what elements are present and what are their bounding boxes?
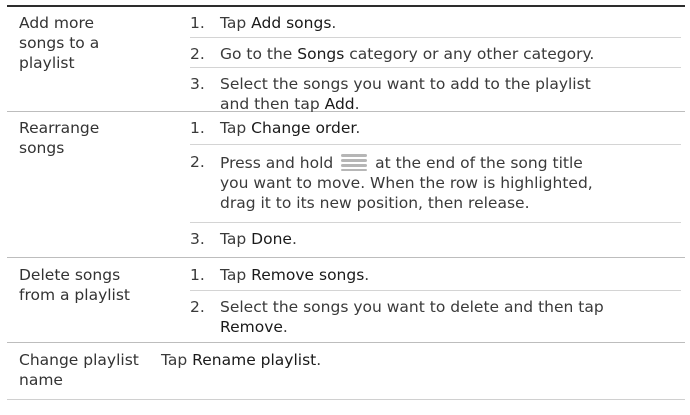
text-run: .	[355, 119, 361, 137]
step-number: 2.	[190, 153, 205, 171]
text-run: .	[364, 266, 370, 284]
text-run: category or any other category.	[344, 45, 595, 63]
task-label: Delete songs from a playlist	[19, 265, 154, 305]
table-row-change-playlist-name: Change playlist name Tap Rename playlist…	[7, 343, 685, 400]
step-text: Tap Change order.	[220, 118, 681, 138]
step-item: 2. Select the songs you want to delete a…	[190, 290, 681, 336]
step-text: Tap Rename playlist.	[161, 350, 321, 370]
text-run: at the end of the song title	[370, 154, 583, 172]
text-run: .	[291, 230, 297, 248]
task-line: Rearrange	[19, 119, 100, 137]
task-label: Change playlist name	[19, 350, 154, 390]
step-number: 2.	[190, 298, 205, 316]
text-run: .	[354, 95, 360, 113]
text-run: Go to the	[220, 45, 298, 63]
instructions-table: Add more songs to a playlist 1. Tap Add …	[7, 5, 685, 400]
ui-term: Change order	[251, 119, 356, 137]
table-row-add-more-songs: Add more songs to a playlist 1. Tap Add …	[7, 7, 685, 113]
step-number: 1.	[190, 14, 205, 32]
step-text: Tap Done.	[220, 229, 681, 249]
table-row-delete-songs: Delete songs from a playlist 1. Tap Remo…	[7, 258, 685, 343]
step-text: Tap Remove songs.	[220, 265, 681, 285]
step-text: Press and hold at the end of the song ti…	[220, 152, 681, 213]
ui-term: Songs	[297, 45, 345, 63]
text-line: you want to move. When the row is highli…	[220, 174, 593, 192]
step-text: Tap Add songs.	[220, 13, 681, 33]
text-run: Tap	[161, 351, 193, 369]
text-run: Press and hold	[220, 154, 339, 172]
text-line: Select the songs you want to delete and …	[220, 298, 604, 316]
text-line: drag it to its new position, then releas…	[220, 194, 530, 212]
drag-handle-icon	[341, 152, 368, 172]
ui-term: Remove	[220, 318, 283, 336]
task-line: name	[19, 371, 63, 389]
step-number: 2.	[190, 45, 205, 63]
text-line: Remove.	[220, 317, 681, 337]
text-run: .	[331, 14, 337, 32]
text-run: Tap	[220, 14, 252, 32]
text-line: and then tap Add.	[220, 94, 681, 114]
table-row-rearrange-songs: Rearrange songs 1. Tap Change order. 2. …	[7, 112, 685, 258]
task-line: Delete songs	[19, 266, 121, 284]
text-line: Select the songs you want to add to the …	[220, 75, 591, 93]
ui-term: Add	[324, 95, 355, 113]
step-number: 3.	[190, 75, 205, 93]
task-line: songs to a	[19, 34, 100, 52]
task-line: Change playlist	[19, 351, 139, 369]
ui-term: Add songs	[251, 14, 332, 32]
ui-term: Rename playlist	[192, 351, 317, 369]
text-run: Tap	[220, 230, 252, 248]
text-run: .	[316, 351, 322, 369]
text-line: Press and hold at the end of the song ti…	[220, 152, 681, 173]
step-item: 2. Go to the Songs category or any other…	[190, 37, 681, 63]
ui-term: Done	[251, 230, 292, 248]
step-item: 3. Select the songs you want to add to t…	[190, 67, 681, 113]
step-number: 3.	[190, 230, 205, 248]
task-label: Rearrange songs	[19, 118, 154, 158]
step-text: Select the songs you want to delete and …	[220, 297, 681, 337]
text-run: .	[282, 318, 288, 336]
step-item: 2. Press and hold at the end of the song…	[190, 144, 681, 212]
text-run: and then tap	[220, 95, 325, 113]
task-line: Add more	[19, 14, 95, 32]
task-line: from a playlist	[19, 286, 131, 304]
step-text: Select the songs you want to add to the …	[220, 74, 681, 114]
step-number: 1.	[190, 266, 205, 284]
ui-term: Remove songs	[251, 266, 365, 284]
text-run: Tap	[220, 266, 252, 284]
step-text: Go to the Songs category or any other ca…	[220, 44, 681, 64]
task-line: playlist	[19, 54, 75, 72]
step-item: 3. Tap Done.	[190, 222, 681, 248]
text-run: Tap	[220, 119, 252, 137]
step-number: 1.	[190, 119, 205, 137]
task-label: Add more songs to a playlist	[19, 13, 154, 73]
task-line: songs	[19, 139, 65, 157]
